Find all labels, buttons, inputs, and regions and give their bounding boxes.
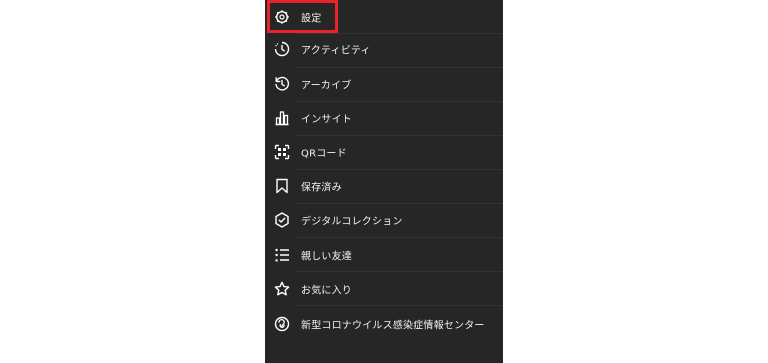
activity-icon: [274, 41, 290, 57]
menu-item-activity[interactable]: アクティビティ: [265, 32, 503, 66]
menu-item-label: 新型コロナウイルス感染症情報センター: [301, 320, 485, 332]
menu-item-label: デジタルコレクション: [301, 216, 403, 228]
verified-badge-icon: [274, 212, 290, 228]
highlight-box: [267, 0, 338, 33]
bookmark-icon: [274, 178, 290, 194]
star-icon: [274, 281, 290, 297]
covid-info-icon: [274, 316, 290, 332]
menu-item-digital-collection[interactable]: デジタルコレクション: [265, 203, 503, 237]
menu-item-saved[interactable]: 保存済み: [265, 169, 503, 203]
menu-item-covid-info-center[interactable]: 新型コロナウイルス感染症情報センター: [265, 307, 503, 341]
menu-item-label: QRコード: [301, 148, 347, 160]
archive-icon: [274, 76, 290, 92]
divider: [295, 305, 503, 306]
menu-item-label: お気に入り: [301, 285, 352, 297]
close-friends-list-icon: [274, 247, 290, 263]
menu-item-label: インサイト: [301, 114, 352, 126]
menu-item-label: アクティビティ: [301, 45, 371, 57]
menu-item-label: 親しい友達: [301, 251, 352, 263]
menu-item-label: アーカイブ: [301, 80, 352, 92]
qr-code-icon: [274, 144, 290, 160]
insights-icon: [274, 110, 290, 126]
menu-item-favorites[interactable]: お気に入り: [265, 272, 503, 306]
menu-item-close-friends[interactable]: 親しい友達: [265, 238, 503, 272]
menu-item-label: 保存済み: [301, 182, 342, 194]
menu-panel: 設定 アクティビティ アーカイブ インサイト QRコード 保存済み デジタルコレ…: [265, 0, 503, 363]
menu-item-archive[interactable]: アーカイブ: [265, 67, 503, 101]
menu-item-insights[interactable]: インサイト: [265, 101, 503, 135]
menu-item-qr-code[interactable]: QRコード: [265, 135, 503, 169]
